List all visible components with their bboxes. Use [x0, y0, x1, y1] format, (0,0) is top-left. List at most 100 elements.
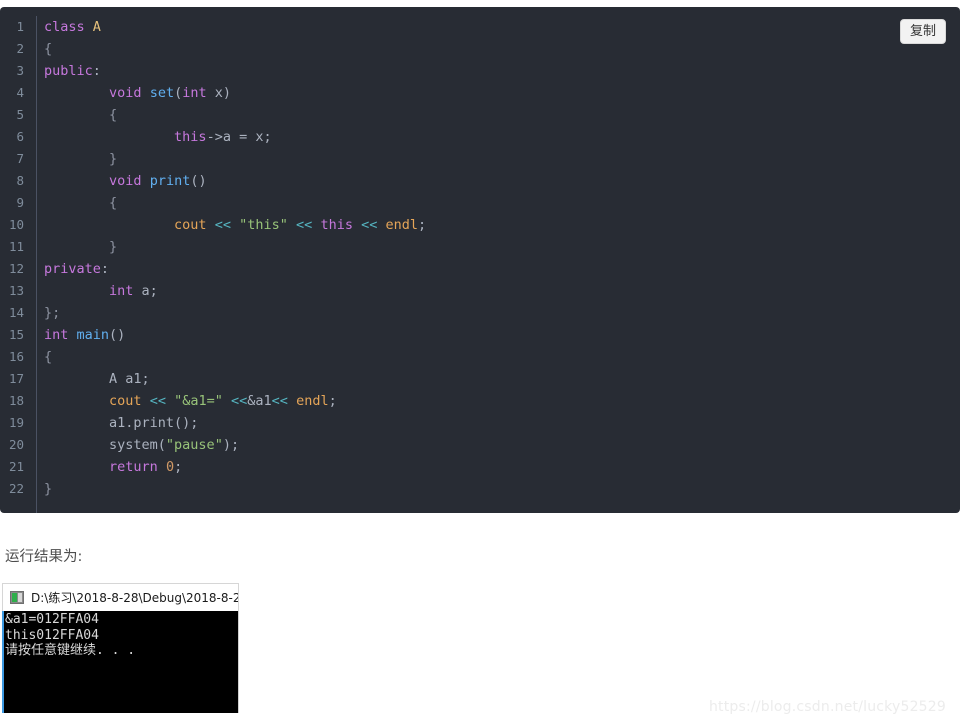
code-token: a; [133, 283, 158, 299]
code-line: 9 { [0, 192, 960, 214]
code-token: endl [296, 393, 329, 409]
code-token: { [44, 349, 53, 365]
line-number: 20 [8, 437, 24, 452]
code-token: { [109, 107, 118, 123]
code-token: endl [385, 217, 419, 233]
gutter-divider [36, 16, 37, 513]
line-number: 17 [8, 371, 24, 386]
code-token: cout [174, 217, 207, 233]
code-token: a1.print(); [44, 415, 199, 431]
code-line: 15 int main() [0, 324, 960, 346]
code-line: 12 private: [0, 258, 960, 280]
code-line-content: this->a = x; [33, 126, 272, 148]
console-output-line: 请按任意键继续. . . [5, 643, 136, 658]
line-number: 2 [16, 41, 24, 56]
code-line-content: } [33, 148, 117, 170]
line-number: 22 [8, 481, 24, 496]
copy-code-button[interactable]: 复制 [899, 19, 946, 44]
line-number: 12 [8, 261, 24, 276]
code-token: } [109, 239, 118, 255]
code-line: 14}; [0, 302, 960, 324]
code-token: } [44, 481, 53, 497]
console-app-icon [10, 591, 24, 604]
code-line: 3 public: [0, 60, 960, 82]
console-window: D:\练习\2018-8-28\Debug\2018-8-2 &a1=012FF… [2, 583, 239, 713]
code-line: 19 a1.print(); [0, 412, 960, 434]
console-title-text: D:\练习\2018-8-28\Debug\2018-8-2 [31, 591, 239, 605]
code-line: 22} [0, 478, 960, 500]
code-line: 16 { [0, 346, 960, 368]
code-token: { [44, 41, 53, 57]
code-token: ; [328, 393, 337, 409]
code-line: 20 system("pause"); [0, 434, 960, 456]
code-token: }; [44, 305, 61, 321]
line-number: 1 [16, 19, 24, 34]
watermark: https://blog.csdn.net/lucky52529 [708, 699, 946, 715]
code-line: 7 } [0, 148, 960, 170]
code-token: << [361, 217, 378, 233]
code-line-content: private: [33, 258, 109, 280]
line-number: 7 [16, 151, 24, 166]
code-line: 18 cout << "&a1=" <<&a1<< endl; [0, 390, 960, 412]
code-line-content: system("pause"); [33, 434, 239, 456]
code-token: << [296, 217, 313, 233]
code-line-content: return 0; [33, 456, 182, 478]
code-token: << [271, 393, 288, 409]
line-number: 18 [8, 393, 24, 408]
code-token: print [149, 173, 191, 189]
code-line-content: int main() [33, 324, 125, 346]
code-token: class [44, 19, 85, 35]
code-line: 6 this->a = x; [0, 126, 960, 148]
code-token: this [320, 217, 353, 233]
code-token: int [109, 283, 134, 299]
code-token: ; [174, 459, 183, 475]
code-token: set [149, 85, 175, 101]
code-line-content: cout << "&a1=" <<&a1<< endl; [33, 390, 337, 412]
code-token: } [109, 151, 118, 167]
code-line-content: a1.print(); [33, 412, 198, 434]
code-token: A a1; [44, 371, 150, 387]
line-number: 21 [8, 459, 24, 474]
console-output-line: this012FFA04 [5, 627, 99, 643]
code-token: "&a1=" [174, 393, 223, 409]
code-token: << [214, 217, 231, 233]
code-line: 17 A a1; [0, 368, 960, 390]
code-line: 10 cout << "this" << this << endl; [0, 214, 960, 236]
console-output-area: &a1=012FFA04 this012FFA04 请按任意键继续. . . [2, 611, 239, 713]
code-token: << [231, 393, 248, 409]
code-line-content: int a; [33, 280, 158, 302]
line-number: 13 [8, 283, 24, 298]
console-title-bar: D:\练习\2018-8-28\Debug\2018-8-2 [2, 583, 239, 611]
code-line: 11 } [0, 236, 960, 258]
line-number: 5 [16, 107, 24, 122]
line-number: 19 [8, 415, 24, 430]
line-number: 14 [8, 305, 24, 320]
code-line-content: cout << "this" << this << endl; [33, 214, 426, 236]
code-token: main [76, 327, 110, 343]
code-token: ->a = x; [206, 129, 272, 145]
code-token: return [109, 459, 158, 475]
code-token: ); [222, 437, 240, 453]
code-token: A [92, 19, 101, 35]
code-line-content: void print() [33, 170, 207, 192]
code-token: { [109, 195, 118, 211]
code-line: 1 class A [0, 16, 960, 38]
